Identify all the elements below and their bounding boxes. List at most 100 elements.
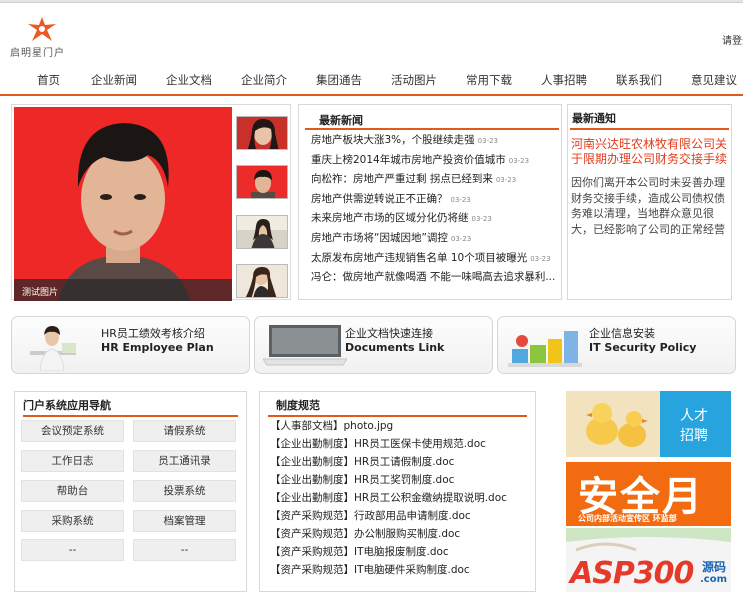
nav-home[interactable]: 首页 [37,72,60,88]
regulations-title: 制度规范 [276,399,320,412]
feature-docs-subtitle: Documents Link [345,341,445,354]
login-link[interactable]: 请登录 [722,32,743,47]
list-item[interactable]: 冯仑：做房地产就像喝酒 不能一味喝高去追求暴利... [311,268,559,288]
app-nav-rule [23,415,238,417]
app-nav-title: 门户系统应用导航 [23,399,111,412]
safety-month-banner[interactable]: 安全月 公司内部活动宣传区 环监部 [566,462,731,526]
photo-caption: 测试图片 [14,279,232,301]
site-logo[interactable]: 启明星门户 [10,16,80,60]
watermark-logo-text: ASP300 [570,556,694,591]
nav-feedback[interactable]: 意见建议 [691,72,737,88]
list-item[interactable]: 房地产供需逆转说正不正确？ 03-23 [311,190,559,210]
list-item[interactable]: 【资产采购规范】办公制服购买制度.doc [270,525,507,543]
list-item[interactable]: 房地产市场将“因城因地”调控 03-23 [311,229,559,249]
laptop-icon [263,325,347,366]
latest-notice-panel: 最新通知 河南兴达旺农林牧有限公司关于限期办理公司财务交接手续 因你们离开本公司… [567,104,732,300]
archive-management-button[interactable]: 档案管理 [133,510,236,532]
recruitment-banner[interactable]: 人才 招聘 [566,391,731,457]
logo-text: 启明星门户 [10,48,65,59]
nav-recruitment[interactable]: 人事招聘 [541,72,587,88]
purchasing-system-button[interactable]: 采购系统 [21,510,124,532]
news-headline[interactable]: 重庆上榜2014年城市房地产投资价值城市 [311,154,506,166]
list-item[interactable]: 【企业出勤制度】HR员工公积金缴纳提取说明.doc [270,489,507,507]
leave-system-button[interactable]: 请假系统 [133,420,236,442]
news-headline[interactable]: 太原发布房地产违规销售名单 10个项目被曝光 [311,252,527,264]
nav-activity-photos[interactable]: 活动图片 [391,72,437,88]
thumbnail-image-4 [237,265,287,297]
safety-month-subtitle: 公司内部活动宣传区 环监部 [578,514,677,523]
feature-documents-link[interactable]: 企业文档快速连接 Documents Link [254,316,493,374]
news-headline[interactable]: 房地产供需逆转说正不正确？ [311,193,448,205]
feature-it-title: 企业信息安装 [589,327,655,340]
voting-system-button[interactable]: 投票系统 [133,480,236,502]
help-desk-button[interactable]: 帮助台 [21,480,124,502]
latest-news-rule [305,128,559,130]
thumbnail-image-1 [237,117,287,149]
latest-news-title: 最新新闻 [319,114,363,127]
chicks-icon [566,391,660,457]
news-headline[interactable]: 未来房地产市场的区域分化仍将继 [311,212,469,224]
feature-docs-title: 企业文档快速连接 [345,327,433,340]
list-item[interactable]: 【企业出勤制度】HR员工奖罚制度.doc [270,471,507,489]
nav-company-docs[interactable]: 企业文档 [166,72,212,88]
thumbnail-4[interactable] [236,264,288,298]
news-headline[interactable]: 冯仑：做房地产就像喝酒 不能一味喝高去追求暴利... [311,271,555,283]
feature-it-security[interactable]: 企业信息安装 IT Security Policy [497,316,736,374]
notice-headline-link[interactable]: 河南兴达旺农林牧有限公司关于限期办理公司财务交接手续 [571,137,731,167]
list-item[interactable]: 【企业出勤制度】HR员工请假制度.doc [270,453,507,471]
list-item[interactable]: 房地产板块大涨3%，个股继续走强 03-23 [311,131,559,151]
thumbnail-2[interactable] [236,165,288,199]
nav-downloads[interactable]: 常用下载 [466,72,512,88]
meeting-booking-button[interactable]: 会议预定系统 [21,420,124,442]
work-log-button[interactable]: 工作日志 [21,450,124,472]
feature-hr-title: HR员工绩效考核介绍 [101,327,205,340]
regulations-list: 【人事部文档】photo.jpg 【企业出勤制度】HR员工医保卡使用规范.doc… [270,417,507,579]
latest-notice-title: 最新通知 [572,112,616,125]
photo-slideshow: 测试图片 [11,104,291,301]
nav-group-notice[interactable]: 集团通告 [316,72,362,88]
list-item[interactable]: 未来房地产市场的区域分化仍将继 03-23 [311,209,559,229]
nav-contact[interactable]: 联系我们 [616,72,662,88]
regulations-panel: 制度规范 【人事部文档】photo.jpg 【企业出勤制度】HR员工医保卡使用规… [259,391,536,592]
thumbnail-image-2 [237,166,287,198]
news-date: 03-23 [508,156,530,165]
list-item[interactable]: 向松祚：房地产严重过剩 拐点已经到来 03-23 [311,170,559,190]
thumbnail-image-3 [237,216,287,248]
placeholder-button-1[interactable]: -- [21,539,124,561]
nav-company-intro[interactable]: 企业简介 [241,72,287,88]
latest-news-list: 房地产板块大涨3%，个股继续走强 03-23 重庆上榜2014年城市房地产投资价值… [311,131,559,288]
latest-notice-rule [570,128,729,130]
news-date: 03-23 [530,254,551,263]
it-blocks-icon [508,331,582,367]
news-date: 03-23 [471,215,492,224]
news-headline[interactable]: 向松祚：房地产严重过剩 拐点已经到来 [311,173,493,185]
list-item[interactable]: 【资产采购规范】IT电脑报废制度.doc [270,543,507,561]
feature-hr-subtitle: HR Employee Plan [101,341,214,354]
employee-directory-button[interactable]: 员工通讯录 [133,450,236,472]
placeholder-button-2[interactable]: -- [133,539,236,561]
main-nav: 首页 企业新闻 企业文档 企业简介 集团通告 活动图片 常用下载 人事招聘 联系… [0,63,743,96]
feature-hr-plan[interactable]: HR员工绩效考核介绍 HR Employee Plan [11,316,250,374]
feature-it-subtitle: IT Security Policy [589,341,697,354]
main-photo[interactable]: 测试图片 [14,107,232,301]
news-headline[interactable]: 房地产市场将“因城因地”调控 [311,232,448,244]
list-item[interactable]: 【企业出勤制度】HR员工医保卡使用规范.doc [270,435,507,453]
thumbnail-3[interactable] [236,215,288,249]
news-date: 03-23 [477,137,499,145]
sponsor-banner[interactable]: ASP300 源码 .com [566,528,731,592]
nav-company-news[interactable]: 企业新闻 [91,72,137,88]
thumbnail-1[interactable] [236,116,288,150]
news-headline[interactable]: 房地产板块大涨3%，个股继续走强 [311,134,475,146]
list-item[interactable]: 【资产采购规范】IT电脑硬件采购制度.doc [270,561,507,579]
list-item[interactable]: 重庆上榜2014年城市房地产投资价值城市 03-23 [311,151,559,171]
news-date: 03-23 [450,195,471,204]
latest-news-panel: 最新新闻 房地产板块大涨3%，个股继续走强 03-23 重庆上榜2014年城市房地… [298,104,562,300]
logo-star-icon [28,17,56,41]
list-item[interactable]: 太原发布房地产违规销售名单 10个项目被曝光 03-23 [311,249,559,269]
list-item[interactable]: 【人事部文档】photo.jpg [270,417,507,435]
news-date: 03-23 [450,234,472,243]
recruit-line-1: 人才 [680,408,708,424]
recruitment-box: 人才 招聘 [660,391,731,457]
list-item[interactable]: 【资产采购规范】行政部用品申请制度.doc [270,507,507,525]
watermark-cn: 源码 [702,560,727,574]
